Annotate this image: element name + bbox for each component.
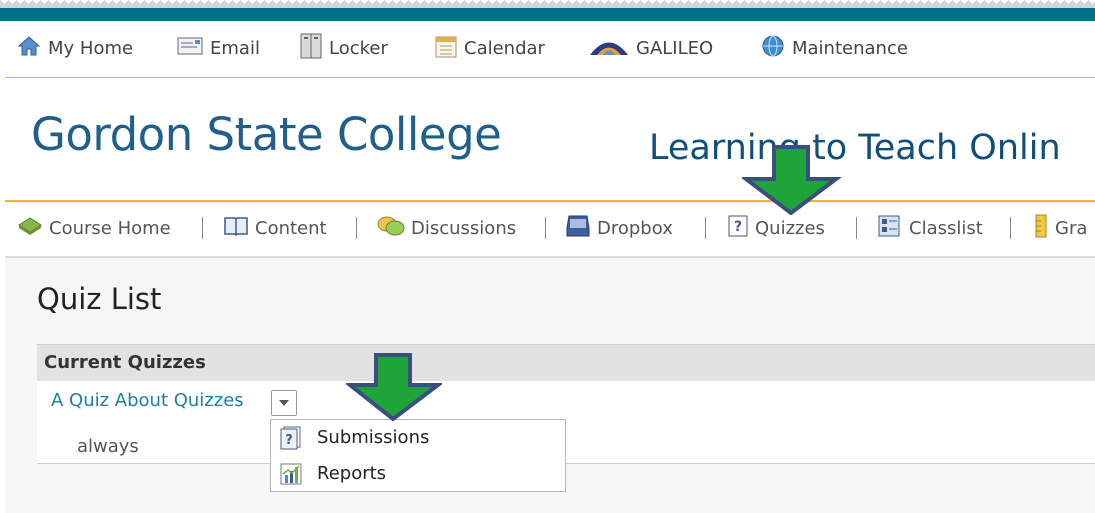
- nav-separator: [705, 217, 706, 239]
- nav-item-course-home[interactable]: Course Home: [17, 202, 171, 254]
- menu-item-label: Submissions: [317, 427, 430, 448]
- college-name: Gordon State College: [31, 108, 502, 161]
- globe-icon: [761, 34, 785, 63]
- header-banner: Gordon State College Learning to Teach O…: [5, 78, 1095, 202]
- minibar-item-maintenance[interactable]: Maintenance: [761, 21, 908, 75]
- book-icon: [223, 215, 249, 242]
- top-banner: [0, 8, 1095, 21]
- table-header-label: Current Quizzes: [44, 352, 206, 373]
- classlist-icon: [877, 214, 903, 243]
- email-icon: [177, 37, 203, 60]
- nav-label: Discussions: [411, 217, 517, 239]
- submissions-icon: ?: [279, 426, 303, 455]
- chevron-down-icon: [279, 400, 289, 406]
- nav-separator: [356, 217, 357, 239]
- nav-item-grades[interactable]: Gra: [1033, 202, 1087, 254]
- minibar-label: Calendar: [464, 37, 545, 59]
- minibar-label: My Home: [48, 37, 134, 59]
- nav-item-dropbox[interactable]: Dropbox: [565, 202, 673, 254]
- discussion-icon: [377, 215, 405, 242]
- minibar-item-galileo[interactable]: GALILEO: [589, 21, 713, 75]
- nav-item-content[interactable]: Content: [223, 202, 327, 254]
- dropbox-icon: [565, 214, 591, 243]
- quiz-availability: always: [77, 436, 139, 457]
- course-navbar: Course Home Content Discussions Dropbox …: [5, 202, 1095, 258]
- minibar: My Home Email Locker Calendar GALILEO Ma…: [5, 21, 1095, 79]
- menu-item-reports[interactable]: Reports: [271, 456, 565, 491]
- nav-item-discussions[interactable]: Discussions: [377, 202, 516, 254]
- quiz-context-menu: ? Submissions Reports: [270, 419, 566, 492]
- svg-text:?: ?: [734, 219, 742, 235]
- svg-text:?: ?: [285, 433, 293, 448]
- minibar-label: Email: [210, 37, 260, 59]
- calendar-icon: [435, 34, 457, 63]
- nav-separator: [856, 217, 857, 239]
- annotation-arrow-context-menu: [346, 353, 442, 421]
- minibar-item-locker[interactable]: Locker: [300, 21, 388, 75]
- page-title: Quiz List: [37, 282, 162, 316]
- quiz-context-menu-button[interactable]: [271, 390, 297, 416]
- nav-label: Dropbox: [597, 217, 673, 239]
- house-icon: [17, 35, 41, 62]
- table-header: Current Quizzes: [37, 344, 1095, 382]
- annotation-arrow-quizzes: [742, 145, 842, 215]
- top-decoration: [0, 0, 1095, 8]
- nav-separator: [545, 217, 546, 239]
- menu-item-label: Reports: [317, 463, 387, 484]
- reports-icon: [279, 462, 303, 491]
- galileo-icon: [589, 36, 629, 61]
- nav-label: Course Home: [49, 217, 171, 239]
- table-row: A Quiz About Quizzes always: [37, 381, 1095, 464]
- quiz-icon: ?: [727, 214, 749, 243]
- grades-icon: [1033, 213, 1049, 244]
- course-title: Learning to Teach Onlin: [649, 128, 1061, 168]
- locker-icon: [300, 33, 322, 64]
- nav-separator: [1010, 217, 1011, 239]
- minibar-item-email[interactable]: Email: [177, 21, 260, 75]
- nav-label: Content: [255, 217, 327, 239]
- nav-item-classlist[interactable]: Classlist: [877, 202, 983, 254]
- minibar-label: Maintenance: [792, 37, 908, 59]
- minibar-item-calendar[interactable]: Calendar: [435, 21, 545, 75]
- course-home-icon: [17, 215, 43, 242]
- nav-label: Gra: [1055, 217, 1088, 239]
- nav-separator: [202, 217, 203, 239]
- quiz-link[interactable]: A Quiz About Quizzes: [51, 390, 244, 411]
- menu-item-submissions[interactable]: ? Submissions: [271, 420, 565, 455]
- nav-label: Quizzes: [755, 217, 825, 239]
- minibar-label: GALILEO: [636, 37, 714, 59]
- nav-label: Classlist: [909, 217, 983, 239]
- minibar-label: Locker: [329, 37, 388, 59]
- minibar-item-my-home[interactable]: My Home: [17, 21, 133, 75]
